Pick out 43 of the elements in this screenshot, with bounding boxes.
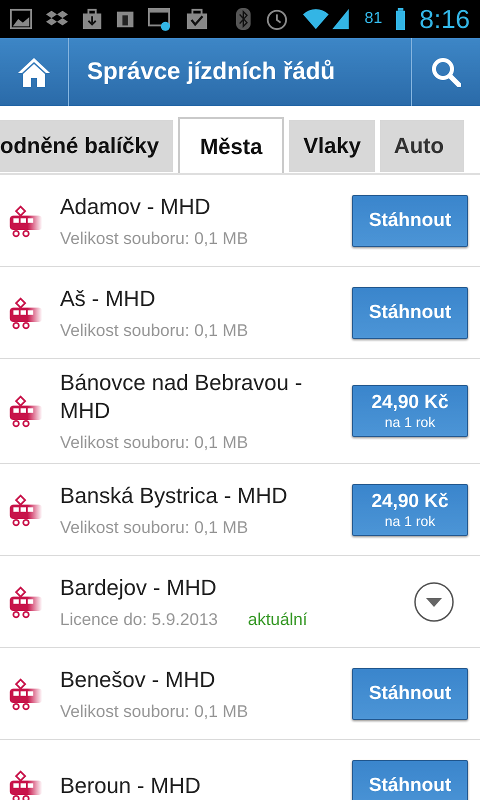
row-subtitle: Velikost souboru: 0,1 MB [60, 518, 248, 538]
tram-icon [8, 393, 44, 429]
row-subtitle: Velikost souboru: 0,1 MB [60, 228, 248, 248]
row-subtitle: Velikost souboru: 0,1 MB [60, 702, 248, 722]
city-name: Benešov - MHD [60, 666, 216, 694]
status-label: aktuální [248, 610, 308, 630]
download-button[interactable]: Stáhnout [352, 286, 468, 338]
row-subtitle: Velikost souboru: 0,1 MB [60, 320, 248, 340]
search-icon [431, 57, 461, 87]
row-subtitle: Licence do: 5.9.2013 [60, 610, 218, 630]
expand-icon[interactable] [414, 582, 454, 622]
tram-icon [8, 584, 44, 620]
tram-icon [8, 202, 44, 238]
download-button[interactable]: Stáhnout [352, 194, 468, 246]
tram-icon [8, 676, 44, 712]
home-icon [17, 56, 51, 88]
download-button[interactable]: Stáhnout [352, 668, 468, 720]
bluetooth-icon [236, 7, 251, 31]
battery-icon [396, 7, 406, 31]
tab[interactable]: odněné balíčky [0, 120, 173, 172]
city-name: Bardejov - MHD [60, 574, 218, 602]
tab[interactable]: Auto [380, 120, 464, 172]
clock: 8:16 [419, 4, 470, 34]
city-name: Beroun - MHD [60, 772, 202, 800]
download-button[interactable]: Stáhnout [352, 760, 468, 800]
city-name: Banská Bystrica - MHD [60, 482, 288, 510]
tab[interactable]: Města [178, 117, 284, 173]
tab[interactable]: Vlaky [289, 120, 375, 172]
row-subtitle: Velikost souboru: 0,1 MB [60, 433, 248, 453]
city-name: Aš - MHD [60, 284, 156, 312]
city-name: Bánovce nad Bebravou - MHD [60, 369, 304, 425]
window-icon [148, 6, 172, 32]
picture-icon [10, 8, 32, 30]
download-icon [82, 7, 102, 31]
price-button[interactable]: 24,90 Kč na 1 rok [352, 385, 468, 437]
wifi-signal-icon [302, 6, 350, 32]
app-title: Správce jízdních řádů [86, 58, 336, 86]
tram-icon [8, 492, 44, 528]
battery-level: 81 [364, 10, 382, 28]
price-button[interactable]: 24,90 Kč na 1 rok [352, 484, 468, 536]
tram-icon [8, 294, 44, 330]
city-name: Adamov - MHD [60, 192, 212, 220]
checkmark-bag-icon [186, 7, 208, 31]
